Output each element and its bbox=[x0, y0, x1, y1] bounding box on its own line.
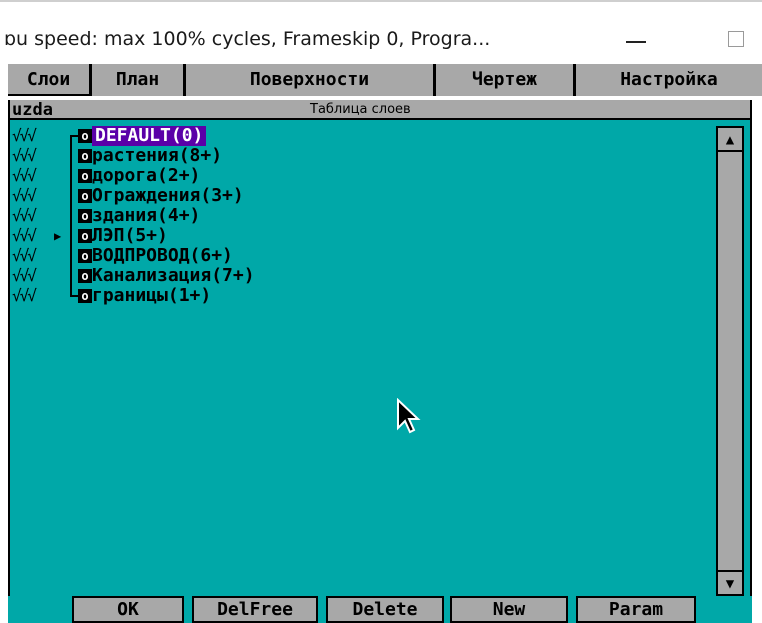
layer-row[interactable]: √√√ o ВОДПРОВОД(6+) bbox=[12, 246, 702, 266]
layer-flags[interactable]: √√√ bbox=[12, 166, 37, 186]
layer-name[interactable]: DEFAULT(0) bbox=[92, 126, 207, 146]
delete-button[interactable]: Delete bbox=[326, 596, 444, 623]
layer-flags[interactable]: √√√ bbox=[12, 146, 37, 166]
layer-flags[interactable]: √√√ bbox=[12, 206, 37, 226]
scrollbar[interactable]: ▲ ▼ bbox=[716, 126, 744, 596]
layer-name[interactable]: Ограждения(3+) bbox=[92, 186, 244, 206]
panel-left-label: uzda bbox=[12, 100, 53, 120]
menu-settings[interactable]: Настройка bbox=[576, 64, 762, 96]
layer-row[interactable]: √√√ o растения(8+) bbox=[12, 146, 702, 166]
layers-panel: uzda Таблица слоев √√√ o DEFAULT(0) √√√ o рас… bbox=[8, 100, 752, 600]
window-title-bar: ɒu speed: max 100% cycles, Frameskip 0, … bbox=[0, 0, 762, 64]
menu-drawing[interactable]: Чертеж bbox=[436, 64, 576, 96]
param-button[interactable]: Param bbox=[576, 596, 696, 623]
layer-flags[interactable]: √√√ bbox=[12, 126, 37, 146]
layer-name[interactable]: дорога(2+) bbox=[92, 166, 200, 186]
dos-app-area: Слои План Поверхности Чертеж Настройка u… bbox=[0, 64, 762, 623]
layer-row[interactable]: √√√ o границы(1+) bbox=[12, 286, 702, 306]
new-button[interactable]: New bbox=[450, 596, 568, 623]
layer-name[interactable]: ЛЭП(5+) bbox=[92, 226, 168, 246]
layer-node-icon[interactable]: o bbox=[78, 169, 92, 183]
button-bar: OK DelFree Delete New Param bbox=[8, 596, 752, 623]
layer-flags[interactable]: √√√ bbox=[12, 286, 37, 306]
ok-button[interactable]: OK bbox=[72, 596, 184, 623]
layer-row[interactable]: √√√ o Ограждения(3+) bbox=[12, 186, 702, 206]
minimize-button[interactable] bbox=[626, 41, 646, 43]
scroll-up-arrow-icon[interactable]: ▲ bbox=[718, 128, 742, 152]
layer-node-icon[interactable]: o bbox=[78, 289, 92, 303]
window-title: ɒu speed: max 100% cycles, Frameskip 0, … bbox=[4, 28, 491, 50]
layer-name[interactable]: Канализация(7+) bbox=[92, 266, 255, 286]
layer-name[interactable]: растения(8+) bbox=[92, 146, 222, 166]
current-layer-marker-icon: ▶ bbox=[54, 229, 62, 243]
panel-header: uzda Таблица слоев bbox=[10, 100, 750, 120]
layer-node-icon[interactable]: o bbox=[78, 229, 92, 243]
layer-row[interactable]: √√√ o DEFAULT(0) bbox=[12, 126, 702, 146]
scroll-down-arrow-icon[interactable]: ▼ bbox=[718, 570, 742, 594]
layer-flags[interactable]: √√√ bbox=[12, 266, 37, 286]
layer-row[interactable]: √√√ o здания(4+) bbox=[12, 206, 702, 226]
menu-plan[interactable]: План bbox=[92, 64, 186, 96]
layer-node-icon[interactable]: o bbox=[78, 129, 92, 143]
layer-flags[interactable]: √√√ bbox=[12, 186, 37, 206]
maximize-button[interactable] bbox=[728, 31, 744, 47]
mouse-pointer-icon bbox=[397, 398, 421, 434]
layers-list: √√√ o DEFAULT(0) √√√ o растения(8+) √√√ o дорога… bbox=[12, 126, 702, 306]
menu-bar: Слои План Поверхности Чертеж Настройка bbox=[8, 64, 762, 96]
layer-name[interactable]: ВОДПРОВОД(6+) bbox=[92, 246, 233, 266]
layer-flags[interactable]: √√√ bbox=[12, 226, 37, 246]
layer-row[interactable]: √√√ o дорога(2+) bbox=[12, 166, 702, 186]
layer-row[interactable]: √√√ o Канализация(7+) bbox=[12, 266, 702, 286]
layer-flags[interactable]: √√√ bbox=[12, 246, 37, 266]
layer-node-icon[interactable]: o bbox=[78, 209, 92, 223]
layer-row[interactable]: √√√ ▶ o ЛЭП(5+) bbox=[12, 226, 702, 246]
layer-node-icon[interactable]: o bbox=[78, 249, 92, 263]
delfree-button[interactable]: DelFree bbox=[192, 596, 318, 623]
panel-title: Таблица слоев bbox=[310, 102, 411, 117]
layer-node-icon[interactable]: o bbox=[78, 189, 92, 203]
layer-node-icon[interactable]: o bbox=[78, 269, 92, 283]
layer-name[interactable]: здания(4+) bbox=[92, 206, 200, 226]
layer-name[interactable]: границы(1+) bbox=[92, 286, 211, 306]
menu-surfaces[interactable]: Поверхности bbox=[186, 64, 436, 96]
menu-layers[interactable]: Слои bbox=[8, 64, 92, 96]
layer-node-icon[interactable]: o bbox=[78, 149, 92, 163]
